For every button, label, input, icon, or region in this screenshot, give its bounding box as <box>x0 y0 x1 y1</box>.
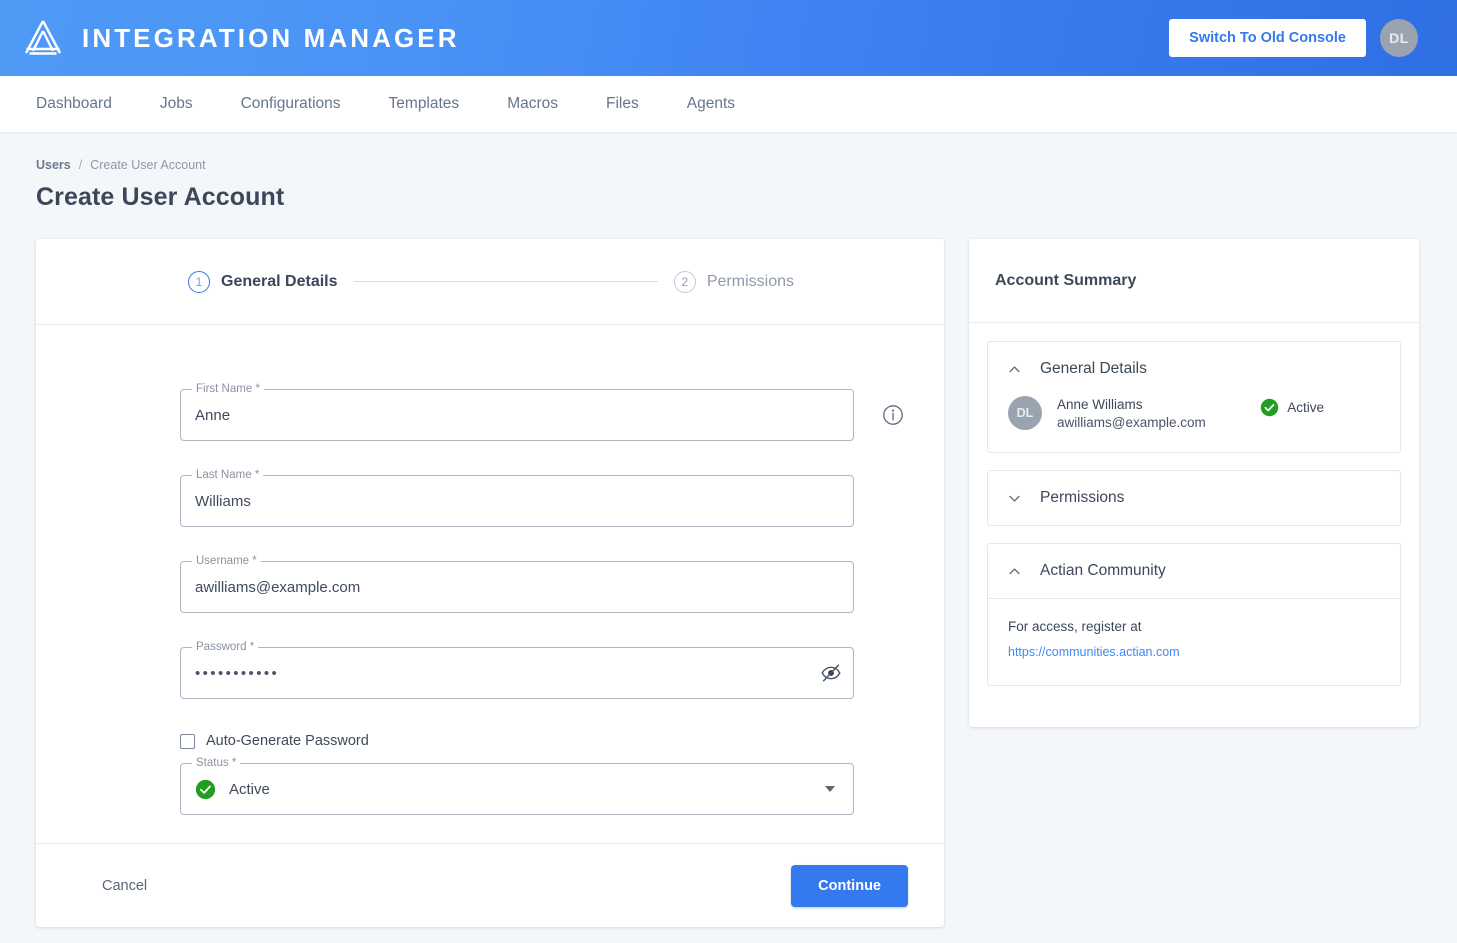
account-summary-title: Account Summary <box>969 239 1419 323</box>
account-summary-card: Account Summary General Details DL Anne … <box>969 239 1419 727</box>
app-header: INTEGRATION MANAGER Switch To Old Consol… <box>0 0 1457 76</box>
nav-item-dashboard[interactable]: Dashboard <box>30 76 136 132</box>
switch-to-old-console-button[interactable]: Switch To Old Console <box>1169 19 1366 57</box>
status-badge-label: Active <box>1287 400 1324 415</box>
password-field[interactable]: Password * ••••••••••• <box>180 641 854 699</box>
summary-actian-community-body: For access, register at https://communit… <box>988 599 1400 685</box>
first-name-field[interactable]: First Name * Anne <box>180 383 854 441</box>
wizard-stepper: 1 General Details 2 Permissions <box>36 239 944 325</box>
account-summary-body: General Details DL Anne Williams awillia… <box>969 323 1419 727</box>
summary-section-general-details: General Details DL Anne Williams awillia… <box>987 341 1401 453</box>
status-selected-value: Active <box>195 779 825 800</box>
summary-permissions-title: Permissions <box>1040 489 1125 506</box>
nav-item-configurations[interactable]: Configurations <box>217 76 365 132</box>
info-circle-icon[interactable] <box>882 404 904 426</box>
nav-item-templates[interactable]: Templates <box>365 76 484 132</box>
auto-generate-password-label[interactable]: Auto-Generate Password <box>206 733 369 749</box>
brand: INTEGRATION MANAGER <box>20 15 460 61</box>
breadcrumb-current: Create User Account <box>90 158 206 172</box>
chevron-down-icon <box>1008 492 1021 505</box>
breadcrumb: Users / Create User Account <box>36 158 1423 172</box>
mountain-logo-icon <box>20 15 66 61</box>
last-name-field[interactable]: Last Name * Williams <box>180 469 854 527</box>
summary-section-permissions: Permissions <box>987 470 1401 526</box>
status-badge: Active <box>1260 398 1380 417</box>
password-label: Password * <box>192 641 259 654</box>
summary-actian-community-header[interactable]: Actian Community <box>988 544 1400 598</box>
nav-item-jobs[interactable]: Jobs <box>136 76 217 132</box>
form-footer: Cancel Continue <box>36 843 944 927</box>
continue-button[interactable]: Continue <box>791 864 908 907</box>
general-details-form: First Name * Anne Last Name * Williams U… <box>36 325 944 843</box>
step-2-label: Permissions <box>706 272 794 290</box>
breadcrumb-users[interactable]: Users <box>36 158 71 172</box>
status-label: Status * <box>192 757 241 770</box>
summary-general-details-body: DL Anne Williams awilliams@example.com A… <box>988 396 1400 452</box>
summary-avatar: DL <box>1008 396 1042 430</box>
summary-user-name: Anne Williams <box>1057 396 1143 412</box>
summary-identity: Anne Williams awilliams@example.com <box>1057 397 1206 430</box>
step-1-number: 1 <box>188 270 210 293</box>
step-1-label: General Details <box>221 272 338 290</box>
create-user-card: 1 General Details 2 Permissions First Na… <box>36 239 944 927</box>
first-name-value[interactable]: Anne <box>195 407 839 424</box>
breadcrumb-separator: / <box>78 158 83 172</box>
nav-item-agents[interactable]: Agents <box>663 76 759 132</box>
check-circle-icon <box>1260 398 1279 417</box>
check-circle-icon <box>195 779 216 800</box>
caret-down-icon[interactable] <box>825 786 835 792</box>
password-row: Password * ••••••••••• <box>36 641 944 699</box>
password-value[interactable]: ••••••••••• <box>195 665 817 682</box>
page-content: Users / Create User Account Create User … <box>0 132 1457 927</box>
auto-generate-password-checkbox[interactable] <box>180 733 195 749</box>
cancel-button[interactable]: Cancel <box>92 870 157 902</box>
summary-actian-community-title: Actian Community <box>1040 562 1166 579</box>
summary-register-text: For access, register at <box>1008 619 1142 634</box>
username-field[interactable]: Username * awilliams@example.com <box>180 555 854 613</box>
chevron-up-icon <box>1008 565 1021 578</box>
summary-general-details-title: General Details <box>1040 360 1147 377</box>
summary-user-email: awilliams@example.com <box>1057 414 1206 430</box>
summary-section-actian-community: Actian Community For access, register at… <box>987 543 1401 686</box>
summary-permissions-header[interactable]: Permissions <box>988 471 1400 525</box>
brand-title: INTEGRATION MANAGER <box>82 22 460 53</box>
user-menu[interactable]: DL <box>1380 19 1435 57</box>
main-navigation: Dashboard Jobs Configurations Templates … <box>0 76 1457 132</box>
last-name-value[interactable]: Williams <box>195 493 839 510</box>
first-name-label: First Name * <box>192 383 264 396</box>
username-value[interactable]: awilliams@example.com <box>195 579 839 596</box>
auto-generate-password-row: Auto-Generate Password <box>36 733 944 749</box>
status-value-text: Active <box>229 780 270 798</box>
content-area: 1 General Details 2 Permissions First Na… <box>36 239 1423 927</box>
stepper-connector <box>353 281 658 282</box>
avatar[interactable]: DL <box>1380 19 1418 57</box>
actian-community-link[interactable]: https://communities.actian.com <box>1008 645 1180 659</box>
step-permissions[interactable]: 2 Permissions <box>673 270 794 293</box>
status-select[interactable]: Status * Active <box>180 757 854 815</box>
first-name-row: First Name * Anne <box>36 383 944 441</box>
status-row: Status * Active <box>36 757 944 815</box>
username-label: Username * <box>192 555 261 568</box>
chevron-up-icon <box>1008 363 1021 376</box>
page-title: Create User Account <box>36 183 285 211</box>
last-name-row: Last Name * Williams <box>36 469 944 527</box>
eye-off-icon[interactable] <box>817 659 845 687</box>
step-2-number: 2 <box>673 270 696 293</box>
nav-item-macros[interactable]: Macros <box>483 76 582 132</box>
step-general-details[interactable]: 1 General Details <box>188 270 338 293</box>
header-actions: Switch To Old Console DL <box>1169 19 1435 57</box>
last-name-label: Last Name * <box>192 469 264 482</box>
nav-item-files[interactable]: Files <box>582 76 663 132</box>
summary-general-details-header[interactable]: General Details <box>988 342 1400 396</box>
chevron-down-icon[interactable] <box>1425 35 1435 41</box>
username-row: Username * awilliams@example.com <box>36 555 944 613</box>
